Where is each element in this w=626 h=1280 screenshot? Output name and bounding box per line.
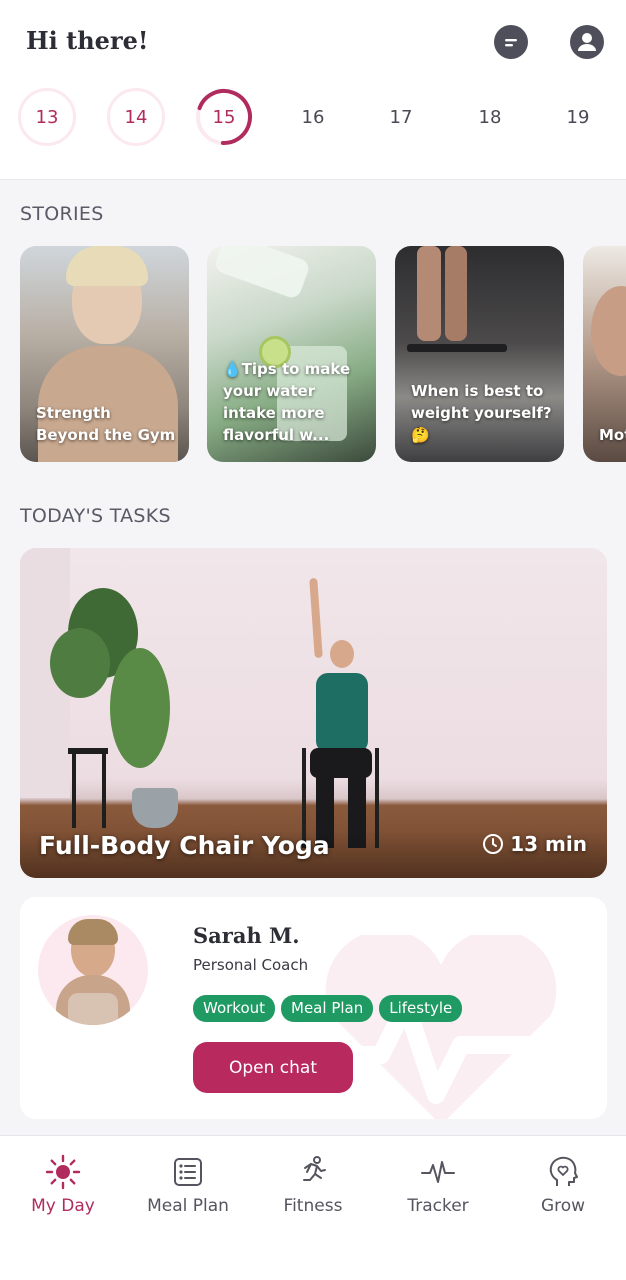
avatar-image [68, 919, 118, 945]
chat-bubble-icon[interactable] [494, 25, 528, 59]
sun-icon [45, 1154, 81, 1190]
tasks-heading: TODAY'S TASKS [20, 505, 171, 527]
workout-image [132, 788, 178, 828]
tab-meal-plan[interactable]: Meal Plan [128, 1154, 248, 1216]
story-caption: When is best to weight yourself? 🤔 [411, 382, 552, 444]
avatar [38, 915, 148, 1025]
story-image [445, 246, 467, 341]
tab-label: Grow [540, 1196, 586, 1216]
header: Hi there! 13 14 15 16 17 18 19 [0, 0, 626, 180]
tag-meal-plan: Meal Plan [281, 995, 374, 1022]
story-caption: Mot tric [599, 426, 626, 444]
workout-image [330, 640, 354, 668]
tab-label: Meal Plan [147, 1196, 229, 1216]
list-icon [174, 1158, 202, 1186]
date-item-17[interactable]: 17 [372, 88, 430, 146]
tag-workout: Workout [193, 995, 276, 1022]
date-label: 13 [35, 106, 59, 128]
bottom-tab-bar: My Day Meal Plan Fitness Tracker Grow [0, 1135, 626, 1280]
tab-fitness[interactable]: Fitness [253, 1154, 373, 1216]
tab-label: My Day [31, 1196, 95, 1216]
date-label: 14 [124, 106, 148, 128]
coach-tags: Workout Meal Plan Lifestyle [193, 995, 463, 1022]
date-item-16[interactable]: 16 [284, 88, 342, 146]
tab-label: Tracker [407, 1196, 469, 1216]
workout-title: Full-Body Chair Yoga [39, 831, 330, 860]
workout-image [316, 673, 368, 753]
stories-carousel[interactable]: Strength Beyond the Gym 💧Tips to make yo… [0, 246, 626, 464]
date-label: 19 [566, 106, 590, 128]
date-label: 17 [389, 106, 413, 128]
date-item-13[interactable]: 13 [18, 88, 76, 146]
workout-duration: 13 min [482, 832, 587, 856]
workout-image [50, 628, 110, 698]
tab-label: Fitness [283, 1196, 343, 1216]
stories-heading: STORIES [20, 203, 104, 225]
tab-tracker[interactable]: Tracker [378, 1154, 498, 1216]
open-chat-button[interactable]: Open chat [193, 1042, 353, 1093]
story-card[interactable]: Mot tric [583, 246, 626, 462]
tab-my-day[interactable]: My Day [3, 1154, 123, 1216]
story-image [417, 246, 441, 341]
tag-lifestyle: Lifestyle [379, 995, 463, 1022]
workout-image [72, 753, 76, 828]
clock-icon [483, 834, 504, 854]
date-label: 18 [478, 106, 502, 128]
date-item-15[interactable]: 15 [195, 88, 253, 146]
date-item-14[interactable]: 14 [107, 88, 165, 146]
heart-pulse-watermark-icon [311, 935, 571, 1119]
coach-card: Sarah M. Personal Coach Workout Meal Pla… [20, 897, 607, 1119]
date-item-18[interactable]: 18 [461, 88, 519, 146]
user-profile-icon[interactable] [570, 25, 604, 59]
tab-grow[interactable]: Grow [503, 1154, 623, 1216]
date-label: 15 [212, 106, 236, 128]
avatar-image [68, 993, 118, 1025]
date-item-19[interactable]: 19 [549, 88, 607, 146]
workout-image [110, 648, 170, 768]
story-card[interactable]: 💧Tips to make your water intake more fla… [207, 246, 376, 462]
running-icon [303, 1156, 326, 1181]
story-image [591, 286, 626, 376]
story-image [66, 246, 148, 286]
story-card[interactable]: When is best to weight yourself? 🤔 [395, 246, 564, 462]
head-heart-icon [549, 1156, 578, 1186]
pulse-icon [421, 1161, 455, 1183]
story-image [212, 246, 312, 301]
greeting: Hi there! [26, 26, 149, 55]
story-caption: Strength Beyond the Gym [36, 404, 176, 444]
story-card[interactable]: Strength Beyond the Gym [20, 246, 189, 462]
date-label: 16 [301, 106, 325, 128]
story-caption: 💧Tips to make your water intake more fla… [223, 360, 351, 444]
workout-image [309, 577, 323, 659]
coach-role: Personal Coach [193, 956, 309, 974]
date-strip: 13 14 15 16 17 18 19 [0, 88, 626, 148]
workout-image [102, 753, 106, 828]
story-image [407, 344, 507, 352]
workout-card[interactable]: Full-Body Chair Yoga 13 min [20, 548, 607, 878]
duration-label: 13 min [510, 832, 587, 856]
coach-name: Sarah M. [193, 923, 300, 948]
